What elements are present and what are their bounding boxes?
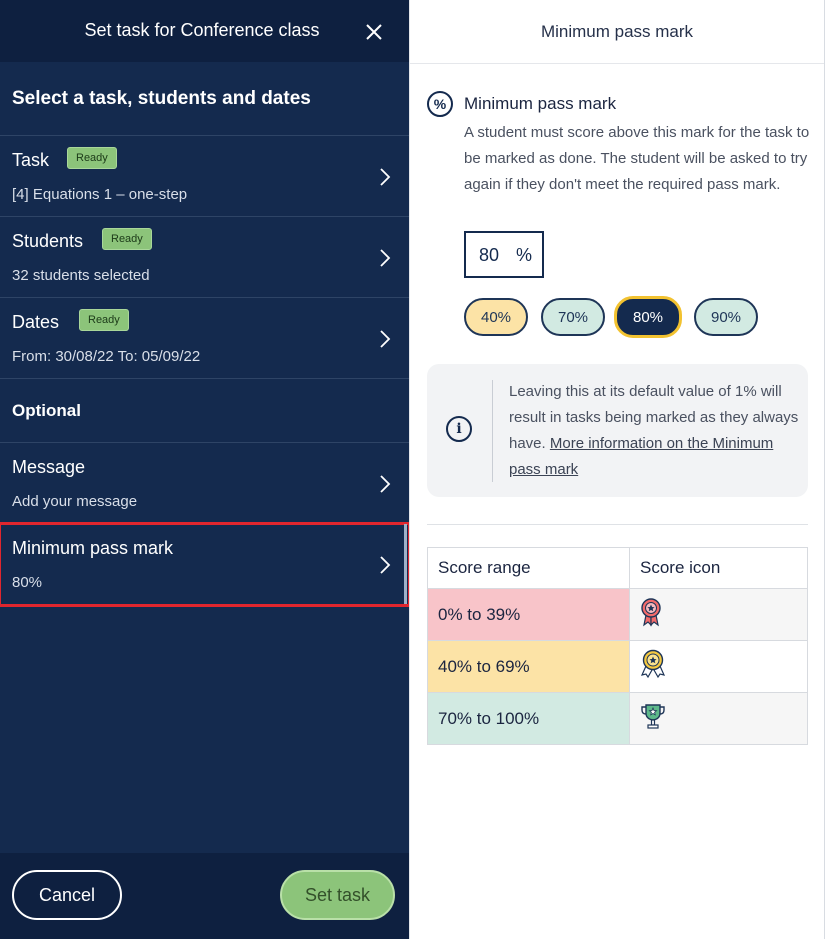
section-title: Select a task, students and dates — [0, 62, 409, 136]
info-divider — [492, 380, 493, 482]
message-label: Message — [12, 457, 86, 477]
table-row: 0% to 39% — [427, 588, 808, 641]
score-range-cell: 40% to 69% — [427, 640, 630, 693]
students-label: Students — [12, 231, 84, 251]
message-value: Add your message — [12, 493, 138, 510]
detail-header: Minimum pass mark — [410, 0, 824, 64]
preset-80-button[interactable]: 80% — [614, 296, 682, 338]
task-value: [4] Equations 1 – one-step — [12, 186, 188, 203]
panel-header: Set task for Conference class — [0, 0, 409, 62]
chevron-right-icon — [380, 556, 391, 574]
panel-title: Set task for Conference class — [84, 20, 320, 40]
pass-mark-input[interactable]: 80 % — [464, 231, 544, 278]
red-medal-icon — [641, 598, 661, 627]
score-table: Score range Score icon 0% to 39% 40% to … — [427, 547, 808, 745]
dates-ready-badge: Ready — [79, 309, 129, 331]
pass-mark-value: 80% — [12, 574, 43, 591]
pass-mark-input-value: 80 — [479, 245, 500, 265]
task-label: Task — [12, 150, 50, 170]
divider — [427, 524, 808, 525]
task-ready-badge: Ready — [67, 147, 117, 169]
table-row: 70% to 100% — [427, 692, 808, 745]
minimum-pass-mark-panel: Minimum pass mark % Minimum pass mark A … — [409, 0, 825, 939]
students-ready-badge: Ready — [102, 228, 152, 250]
close-icon[interactable] — [362, 20, 386, 44]
students-row[interactable]: Students Ready 32 students selected — [0, 217, 409, 298]
dates-value: From: 30/08/22 To: 05/09/22 — [12, 348, 201, 365]
pass-mark-input-unit: % — [516, 245, 533, 265]
set-task-button[interactable]: Set task — [280, 870, 395, 920]
chevron-right-icon — [380, 475, 391, 493]
score-range-cell: 70% to 100% — [427, 692, 630, 745]
award-trophy-icon-cell — [629, 692, 808, 745]
dates-row[interactable]: Dates Ready From: 30/08/22 To: 05/09/22 — [0, 298, 409, 379]
table-row: 40% to 69% — [427, 640, 808, 693]
info-box: i Leaving this at its default value of 1… — [427, 364, 808, 497]
minimum-pass-mark-row[interactable]: Minimum pass mark 80% — [0, 522, 411, 607]
gold-rosette-icon — [640, 649, 666, 679]
percent-icon: % — [427, 91, 453, 117]
preset-70-button[interactable]: 70% — [541, 298, 605, 336]
award-red-icon-cell — [629, 588, 808, 641]
green-trophy-icon — [641, 704, 665, 729]
chevron-right-icon — [380, 330, 391, 348]
students-value: 32 students selected — [12, 267, 150, 284]
chevron-right-icon — [380, 249, 391, 267]
dates-label: Dates — [12, 312, 60, 332]
message-row[interactable]: Message Add your message — [0, 443, 409, 524]
score-icon-header: Score icon — [629, 547, 808, 589]
chevron-right-icon — [380, 168, 391, 186]
preset-90-button[interactable]: 90% — [694, 298, 758, 336]
pass-mark-label: Minimum pass mark — [12, 538, 174, 558]
info-icon: i — [446, 416, 472, 442]
task-row[interactable]: Task Ready [4] Equations 1 – one-step — [0, 136, 409, 217]
preset-40-button[interactable]: 40% — [464, 298, 528, 336]
score-range-cell: 0% to 39% — [427, 588, 630, 641]
optional-title: Optional — [0, 379, 409, 443]
set-task-panel: Set task for Conference class Select a t… — [0, 0, 411, 939]
cancel-button[interactable]: Cancel — [12, 870, 122, 920]
panel-footer: Cancel Set task — [0, 853, 409, 939]
pass-mark-title: Minimum pass mark — [464, 94, 617, 113]
pass-mark-description: A student must score above this mark for… — [464, 124, 810, 193]
info-text: Leaving this at its default value of 1% … — [509, 379, 799, 483]
award-gold-icon-cell — [629, 640, 808, 693]
table-header-row: Score range Score icon — [427, 547, 808, 589]
score-range-header: Score range — [427, 547, 630, 589]
